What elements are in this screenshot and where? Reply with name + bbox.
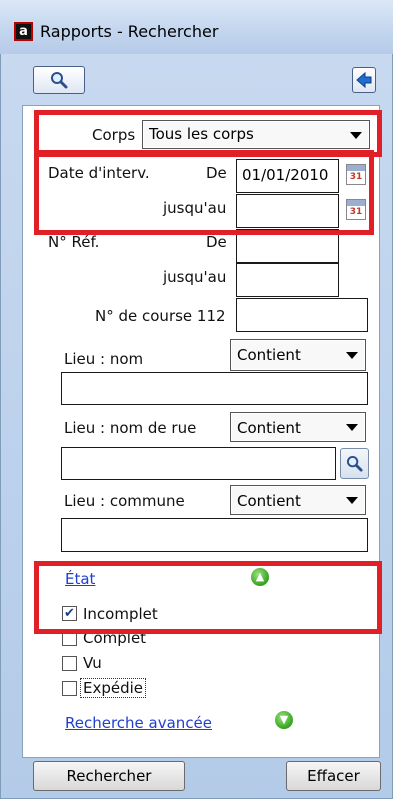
lieu-rue-mode-value: Contient <box>237 419 301 437</box>
ref-label: N° Réf. <box>48 233 100 251</box>
vu-checkbox[interactable] <box>62 656 77 671</box>
chevron-down-icon <box>346 352 358 359</box>
vu-label: Vu <box>83 654 102 672</box>
lieu-rue-mode-select[interactable]: Contient <box>230 412 366 442</box>
lieu-nom-label: Lieu : nom <box>64 350 144 368</box>
ref-to-label: jusqu'au <box>163 268 227 286</box>
clear-button[interactable]: Effacer <box>286 761 381 791</box>
advanced-search-link[interactable]: Recherche avancée <box>65 714 212 732</box>
lieu-rue-search-button[interactable] <box>340 448 369 479</box>
lieu-commune-label: Lieu : commune <box>64 492 185 510</box>
chevron-down-icon <box>346 497 358 504</box>
expand-down-icon[interactable]: ▼ <box>275 711 293 729</box>
ref-from-label: De <box>206 233 227 251</box>
window-title: Rapports - Rechercher <box>40 22 219 41</box>
course-label: N° de course 112 <box>95 307 226 325</box>
etat-highlight <box>34 561 382 634</box>
date-highlight <box>34 150 374 235</box>
lieu-commune-mode-value: Contient <box>237 492 301 510</box>
expedie-label: Expédie <box>80 678 147 698</box>
magnifier-icon <box>51 72 68 89</box>
lieu-nom-field[interactable] <box>61 372 368 405</box>
magnifier-icon <box>346 455 363 472</box>
back-button[interactable] <box>352 67 376 93</box>
search-button[interactable]: Rechercher <box>33 761 185 791</box>
lieu-commune-field[interactable] <box>61 518 368 552</box>
lieu-nom-mode-value: Contient <box>237 346 301 364</box>
arrow-left-icon <box>356 72 372 88</box>
lieu-commune-mode-select[interactable]: Contient <box>230 485 366 515</box>
app-logo-icon: a <box>14 22 33 41</box>
search-toolbar-button[interactable] <box>33 66 85 94</box>
lieu-nom-mode-select[interactable]: Contient <box>230 339 366 371</box>
title-bar: a Rapports - Rechercher <box>0 0 393 54</box>
lieu-rue-label: Lieu : nom de rue <box>64 419 197 437</box>
expedie-checkbox[interactable] <box>62 681 77 696</box>
course-field[interactable] <box>236 298 368 332</box>
chevron-down-icon <box>346 424 358 431</box>
lieu-rue-field[interactable] <box>61 447 336 480</box>
ref-to-field[interactable] <box>236 263 339 297</box>
